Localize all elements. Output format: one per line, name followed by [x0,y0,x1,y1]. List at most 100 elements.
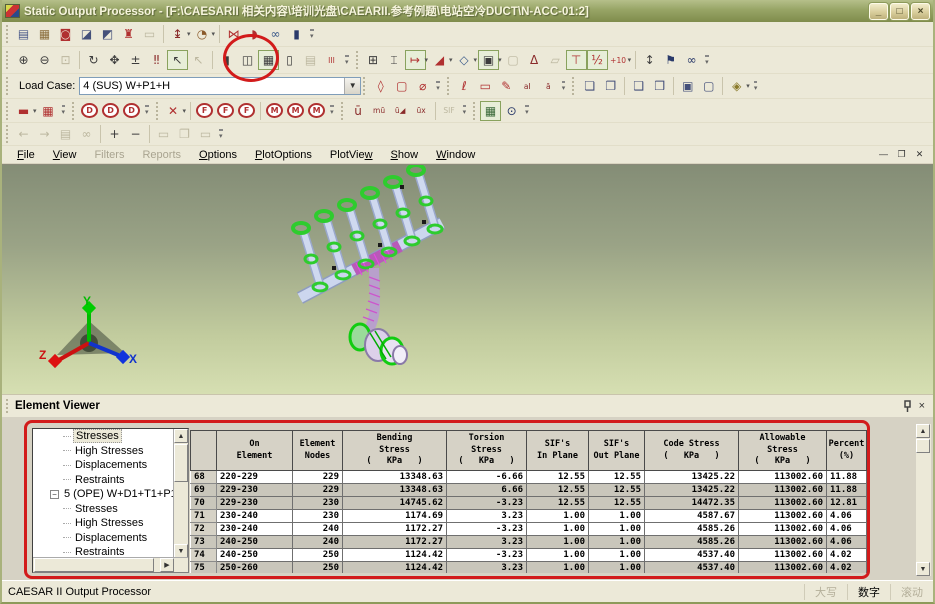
close-button[interactable]: × [911,3,930,20]
barrel-icon[interactable]: ▮ [286,24,307,44]
view-right-icon[interactable]: ▢ [698,76,719,96]
translate-icon[interactable]: ± [125,50,146,70]
zoom-in-icon[interactable]: ⊕ [13,50,34,70]
display-options-icon-dropdown[interactable]: ▾ [498,56,502,64]
maximize-button[interactable]: □ [890,3,909,20]
toolbar-overflow[interactable]: ▾ [219,129,223,140]
minimize-button[interactable]: _ [869,3,888,20]
dimension-icon[interactable]: ↕ [639,50,660,70]
magnify-report-icon[interactable]: ⊙ [501,101,522,121]
pan-icon[interactable]: ✥ [104,50,125,70]
displacement-r-icon[interactable]: D [123,103,140,118]
tree-item[interactable]: Displacements [33,531,174,546]
view-back-icon[interactable]: ❐ [600,76,621,96]
find-node-icon[interactable]: ∞ [681,50,702,70]
toolbar-overflow[interactable]: ▾ [330,105,334,116]
node-increment-icon-dropdown[interactable]: ▾ [628,56,632,64]
text-insert-icon[interactable]: aI [517,76,538,96]
element-strike-icon[interactable]: ⌀ [412,76,433,96]
annotate-line-icon[interactable]: ℓ [454,76,475,96]
drum-icon[interactable]: ◙ [55,24,76,44]
table-row[interactable]: 75250-2602501124.423.231.001.004537.4011… [191,562,867,574]
title-bar[interactable]: Static Output Processor - [F:\CAESARII 相… [2,0,933,22]
restraint-display-icon[interactable]: ↦ [405,50,426,70]
moment-r-icon[interactable]: M [308,103,325,118]
menu-plotoptions[interactable]: PlotOptions [246,147,321,163]
force-y-icon[interactable]: F [217,103,234,118]
toolbar-overflow[interactable]: ▾ [62,105,66,116]
view-iso-icon-dropdown[interactable]: ▾ [746,82,750,90]
nozzle-display-icon[interactable]: ◇ [454,50,475,70]
pin-icon[interactable] [902,400,913,412]
tree-vertical-scrollbar[interactable]: ▲ ▼ [173,429,188,558]
tee-support-icon[interactable]: ⊤ [566,50,587,70]
thermometer-icon[interactable]: ↨ [167,24,188,44]
menu-show[interactable]: Show [382,147,428,163]
view-iso-icon[interactable]: ◈ [726,76,747,96]
table-row[interactable]: 72230-2402401172.27-3.231.001.004585.261… [191,523,867,536]
menu-window[interactable]: Window [427,147,484,163]
tree-item[interactable]: Restraints [33,473,174,488]
gauge-icon-dropdown[interactable]: ▾ [212,30,216,38]
tree-item[interactable]: High Stresses [33,444,174,459]
plot-viewport-3d[interactable]: Y Z X [2,164,933,394]
annotate-box-icon[interactable]: ▭ [475,76,496,96]
tree-horizontal-scrollbar[interactable]: ▶ [33,557,189,572]
mdi-minimize-button[interactable]: — [876,149,891,160]
stress-percent-icon[interactable]: ūx [411,101,432,121]
load-case-combobox[interactable]: 4 (SUS) W+P1+H ▼ [79,77,361,95]
toolbar-overflow[interactable]: ▾ [705,55,709,66]
restraint-display-icon-dropdown[interactable]: ▾ [425,56,429,64]
table-row[interactable]: 68220-22922913348.63-6.6612.5512.5513425… [191,471,867,484]
scroll-up-icon[interactable]: ▲ [174,429,188,443]
stress-max-icon[interactable]: mū [369,101,390,121]
show-restraints-icon[interactable]: ▬ [13,101,34,121]
tree-item[interactable]: Stresses [33,502,174,517]
tree-item[interactable]: Stresses [33,429,174,444]
moment-y-icon[interactable]: M [287,103,304,118]
displacement-x-icon[interactable]: D [81,103,98,118]
render-hidden-line-icon[interactable]: ◫ [237,50,258,70]
tree-collapse-icon[interactable]: − [50,490,59,499]
panel-vertical-scrollbar[interactable]: ▲ ▼ [916,424,931,576]
menu-file[interactable]: File [8,147,44,163]
displacement-y-icon[interactable]: D [102,103,119,118]
clipboard-input-icon[interactable]: ◪ [76,24,97,44]
remove-icon[interactable]: − [125,124,146,144]
tree-item[interactable]: −5 (OPE) W+D1+T1+P1+ [33,487,174,502]
thermometer-icon-dropdown[interactable]: ▾ [187,30,191,38]
chevron-down-icon[interactable]: ▼ [344,78,360,94]
element-viewer-titlebar[interactable]: Element Viewer × [2,394,933,417]
scroll-down-icon[interactable]: ▼ [174,544,188,558]
tree-item[interactable]: Displacements [33,458,174,473]
text-move-icon[interactable]: ā [538,76,559,96]
element-viewer-grid-icon[interactable]: ▦ [480,101,501,121]
view-top-icon[interactable]: ❑ [628,76,649,96]
force-x-icon[interactable]: F [196,103,213,118]
mdi-restore-button[interactable]: ❐ [894,149,909,160]
briefcase-icon[interactable]: ▦ [34,24,55,44]
toolbar-overflow[interactable]: ▾ [562,81,566,92]
scroll-right-icon[interactable]: ▶ [160,558,174,572]
rotate-icon[interactable]: ↻ [83,50,104,70]
toolbar-overflow[interactable]: ▾ [525,105,529,116]
toolbar-overflow[interactable]: ▾ [345,55,349,66]
select-arrow-icon[interactable]: ↖ [167,50,188,70]
menu-plotview[interactable]: PlotView [321,147,382,163]
volume-grid-icon[interactable]: ⊞ [363,50,384,70]
stress-overstress-icon[interactable]: ū [348,101,369,121]
capsule-icon[interactable]: ◗ [244,24,265,44]
view-left-icon[interactable]: ▣ [677,76,698,96]
bench-support-icon[interactable]: ♜ [118,24,139,44]
show-restraints-grid-icon[interactable]: ▦ [38,101,59,121]
valve-icon[interactable]: ⋈ [223,24,244,44]
element-highlight-icon[interactable]: ◊ [370,76,391,96]
annotate-pen-icon[interactable]: ✎ [496,76,517,96]
node-delete-icon-dropdown[interactable]: ▾ [183,107,187,115]
render-wireframe-icon[interactable]: ▦ [258,50,279,70]
table-row[interactable]: 71230-2402301174.693.231.001.004587.6711… [191,510,867,523]
show-restraints-icon-dropdown[interactable]: ▾ [33,107,37,115]
plot-report-icon[interactable]: ▤ [13,24,34,44]
moment-x-icon[interactable]: M [266,103,283,118]
toolbar-overflow[interactable]: ▾ [436,81,440,92]
